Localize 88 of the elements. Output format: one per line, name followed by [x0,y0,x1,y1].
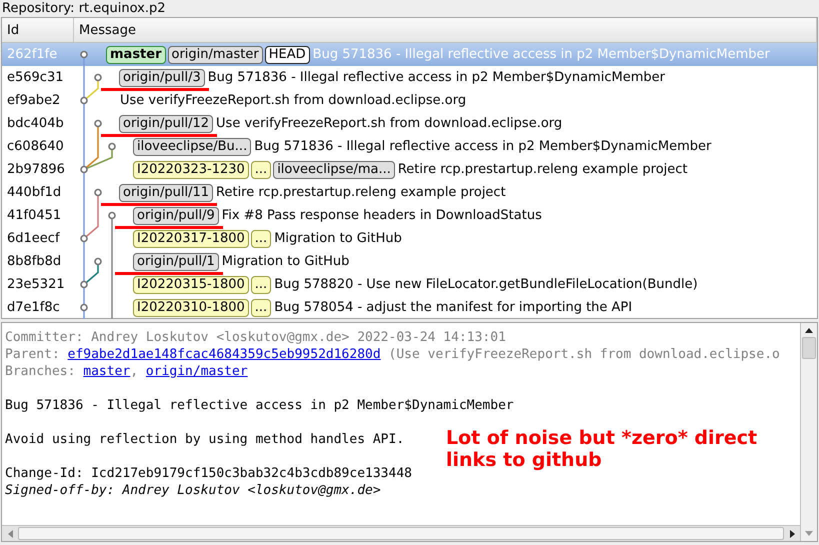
commit-id: 23e5321 [6,276,66,294]
ref-label: ... [250,160,272,179]
column-header[interactable]: Id [2,18,74,42]
ref-label: origin/pull/12 [119,114,214,133]
ref-label: ... [250,230,272,248]
commit-row[interactable]: 2b97896 I20220323-1230 ... iloveeclipse/ma... Retire rcp.prestartup.releng example project [2,158,817,181]
commit-body: Avoid using reflection by using method handles API. [5,431,404,448]
ref-label: origin/pull/3 [119,68,205,87]
ref-label: origin/pull/11 [119,184,214,202]
commit-id: d7e1f8c [6,298,61,317]
change-id: Change-Id: Icd217eb9179cf150c3bab32c4b3cdb89ce133448 [5,465,413,482]
commit-message: Bug 571836 - Illegal reflective access in p2 Member$DynamicMember [208,68,665,87]
commit-id: bdc404b [6,114,65,133]
branch-link[interactable]: origin/master [146,364,248,379]
column-header[interactable]: Message [74,18,817,42]
branches-label: Branches: [5,364,76,379]
branch-separator: , [130,364,140,379]
commit-id: e569c31 [6,68,65,87]
commit-message: Retire rcp.prestartup.releng example project [398,160,688,179]
ref-label: I20220310-1800 [133,298,249,317]
up-arrow-icon[interactable] [805,328,813,332]
commit-message: Bug 578820 - Use new FileLocator.getBundleFileLocation(Bundle) [274,276,698,294]
commit-dot [80,304,88,312]
commit-message: Migration to GitHub [274,230,402,248]
parent-hash-link[interactable]: ef9abe2d1ae148fcac4684359c5eb9952d16280d [68,347,381,362]
commit-row[interactable]: d7e1f8c I20220310-1800 ... Bug 578054 - adjust the manifest for importing the API [2,296,817,319]
commit-row[interactable]: ef9abe2 Use verifyFreezeReport.sh from download.eclipse.org [2,89,817,112]
ref-label: origin/master [168,46,263,64]
commit-dot [80,234,88,242]
commit-dot [108,142,116,150]
commit-message: Migration to GitHub [222,252,350,271]
annotation-text: Lot of noise but *zero* direct links to github [446,427,758,471]
ref-label: I20220315-1800 [133,276,249,294]
commit-row[interactable]: e569c31 origin/pull/3 Bug 571836 - Illegal reflective access in p2 Member$DynamicMember [2,66,817,89]
commit-dot [94,188,102,196]
commit-id: 440bf1d [6,184,62,202]
commit-row[interactable]: 6d1eecf I20220317-1800 ... Migration to GitHub [2,227,817,250]
ref-label: iloveeclipse/Bu... [133,138,252,156]
commit-row[interactable]: c608640 iloveeclipse/Bu... Bug 571836 - Illegal reflective access in p2 Member$DynamicMember [2,135,817,158]
commit-id: c608640 [6,138,65,156]
commit-row[interactable]: 440bf1d origin/pull/11 Retire rcp.prestartup.releng example project [2,181,817,204]
commit-id: 41f0451 [6,206,62,225]
parent-note: (Use verifyFreezeReport.sh from download.eclipse.o [388,347,780,362]
commit-dot [108,212,116,220]
commit-dot [80,50,88,58]
commit-id: 8b8fb8d [6,252,62,271]
ref-label: ... [250,298,272,317]
commit-id: 2b97896 [6,160,66,179]
ref-label: HEAD [264,46,310,64]
commit-row[interactable]: 8b8fb8d origin/pull/1 Migration to GitHub [2,250,817,273]
commit-dot [80,96,88,104]
commit-message: Bug 571836 - Illegal reflective access in p2 Member$DynamicMember [254,138,712,156]
commit-dot [80,166,88,174]
commit-dot [94,74,102,82]
commit-row[interactable]: bdc404b origin/pull/12 Use verifyFreezeReport.sh from download.eclipse.org [2,112,817,135]
ref-label: iloveeclipse/ma... [273,160,395,179]
repository-label: Repository: rt.equinox.p2 [2,1,166,16]
down-arrow-icon[interactable] [805,530,813,536]
commit-message: Fix #8 Pass response headers in DownloadStatus [222,206,542,225]
commit-id: ef9abe2 [6,92,62,110]
commit-message: Use verifyFreezeReport.sh from download.eclipse.org [120,92,466,110]
commit-message: Use verifyFreezeReport.sh from download.eclipse.org [216,114,562,133]
ref-label: master [106,46,166,64]
commit-id: 6d1eecf [6,230,61,248]
commit-subject: Bug 571836 - Illegal reflective access in p2 Member$DynamicMember [5,397,515,414]
commit-row[interactable]: 23e5321 I20220315-1800 ... Bug 578820 - Use new FileLocator.getBundleFileLocation(Bundle) [2,273,817,296]
signed-off-line: Signed-off-by: Andrey Loskutov <loskutov@gmx.de> [5,482,382,499]
commit-row[interactable]: 262f1fe master origin/master HEAD Bug 571836 - Illegal reflective access in p2 Member$DynamicMember [2,43,817,66]
ref-label: origin/pull/1 [133,252,219,271]
vertical-scrollbar[interactable] [800,323,817,541]
commit-message: Bug 578054 - adjust the manifest for importing the API [274,298,632,317]
commit-dot [94,258,102,266]
left-arrow-icon[interactable] [8,530,12,538]
commit-message: Bug 571836 - Illegal reflective access in p2 Member$DynamicMember [312,46,770,64]
commit-row[interactable]: 41f0451 origin/pull/9 Fix #8 Pass response headers in DownloadStatus [2,204,817,227]
commit-dot [80,280,88,288]
ref-label: origin/pull/9 [133,206,219,225]
committer-line: Committer: Andrey Loskutov <loskutov@gmx.de> 2022-03-24 14:13:01 [5,329,507,346]
ref-label: I20220317-1800 [133,230,249,248]
commit-message: Retire rcp.prestartup.releng example project [216,184,506,202]
horizontal-scrollbar[interactable] [2,525,800,541]
ref-label: I20220323-1230 [133,160,249,179]
right-arrow-icon[interactable] [790,530,794,538]
ref-label: ... [250,276,272,294]
commit-dot [94,120,102,128]
commit-id: 262f1fe [6,46,58,64]
parent-label: Parent: [5,347,61,362]
branch-link[interactable]: master [83,364,130,379]
